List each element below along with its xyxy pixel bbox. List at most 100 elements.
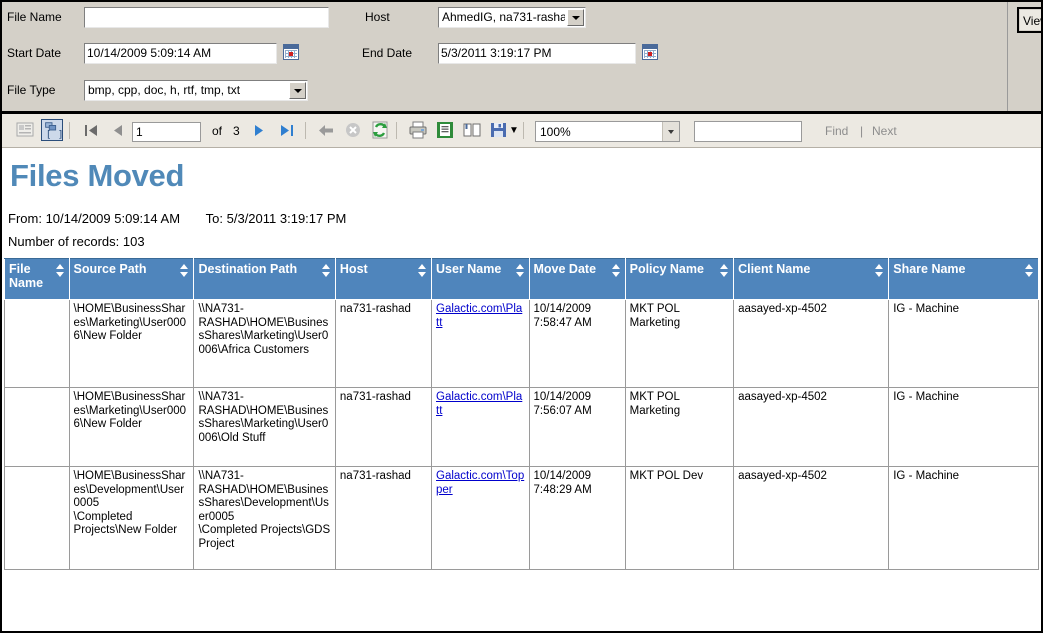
report-parameter-panel: File Name Start Date 10/14/2009 5:09:14 … bbox=[2, 2, 1041, 114]
sort-toggle-icon[interactable] bbox=[321, 264, 331, 277]
sort-toggle-icon[interactable] bbox=[55, 264, 65, 277]
calendar-icon-start[interactable] bbox=[283, 44, 299, 60]
host-dropdown[interactable]: AhmedIG, na731-rashad bbox=[438, 7, 586, 28]
cell-client-name: aasayed-xp-4502 bbox=[733, 387, 890, 467]
zoom-dropdown[interactable]: 100% bbox=[535, 121, 680, 142]
cell-policy-name: MKT POL Dev bbox=[624, 466, 735, 570]
file-type-value: bmp, cpp, doc, h, rtf, tmp, txt bbox=[88, 83, 241, 97]
record-count: Number of records: 103 bbox=[8, 234, 145, 249]
cell-host: na731-rashad bbox=[334, 466, 433, 570]
toggle-parameters-icon[interactable]: [ ] bbox=[41, 119, 64, 141]
column-header-host[interactable]: Host bbox=[334, 258, 433, 300]
print-icon[interactable] bbox=[407, 119, 429, 141]
column-header-destination-path[interactable]: Destination Path bbox=[193, 258, 336, 300]
table-row: \HOME\BusinessShares\Marketing\User0006\… bbox=[4, 387, 1039, 467]
document-map-icon[interactable] bbox=[14, 119, 36, 141]
column-header-move-date[interactable]: Move Date bbox=[528, 258, 626, 300]
chevron-down-icon[interactable] bbox=[567, 9, 584, 26]
zoom-value: 100% bbox=[540, 125, 571, 139]
cell-source-path: \HOME\BusinessShares\Marketing\User0006\… bbox=[68, 299, 195, 388]
toolbar-separator bbox=[305, 122, 306, 139]
toolbar-separator bbox=[396, 122, 397, 139]
print-layout-icon[interactable] bbox=[434, 119, 456, 141]
table-row: \HOME\BusinessShares\Development\User000… bbox=[4, 466, 1039, 570]
refresh-icon[interactable] bbox=[369, 119, 391, 141]
cell-user-name: Galactic.com\Platt bbox=[431, 299, 530, 388]
cell-destination-path: \\NA731-RASHAD\HOME\BusinessShares\Devel… bbox=[193, 466, 336, 570]
file-type-label: File Type bbox=[7, 83, 56, 97]
table-row: \HOME\BusinessShares\Marketing\User0006\… bbox=[4, 299, 1039, 388]
view-report-button[interactable]: View Report bbox=[1017, 7, 1041, 33]
end-date-input[interactable]: 5/3/2011 3:19:17 PM bbox=[438, 43, 636, 64]
column-header-policy-name[interactable]: Policy Name bbox=[624, 258, 735, 300]
find-next-separator: | bbox=[860, 124, 864, 138]
column-header-share-name[interactable]: Share Name bbox=[888, 258, 1039, 300]
page-title: Files Moved bbox=[10, 158, 185, 193]
start-date-input[interactable]: 10/14/2009 5:09:14 AM bbox=[84, 43, 277, 64]
user-name-link[interactable]: Galactic.com\Platt bbox=[436, 303, 522, 329]
sort-toggle-icon[interactable] bbox=[875, 264, 884, 277]
cell-user-name: Galactic.com\Topper bbox=[431, 466, 530, 570]
previous-page-icon[interactable] bbox=[107, 119, 129, 141]
last-page-icon[interactable] bbox=[276, 119, 298, 141]
cell-move-date: 10/14/2009 7:48:29 AM bbox=[528, 466, 626, 570]
find-next-button[interactable]: Next bbox=[872, 120, 897, 142]
file-name-label: File Name bbox=[7, 10, 62, 24]
back-icon[interactable] bbox=[315, 119, 337, 141]
panel-divider bbox=[1007, 2, 1008, 111]
chevron-down-icon[interactable] bbox=[289, 82, 306, 99]
sort-toggle-icon[interactable] bbox=[1025, 264, 1034, 277]
report-viewer-window: File Name Start Date 10/14/2009 5:09:14 … bbox=[0, 0, 1043, 633]
cell-share-name: IG - Machine bbox=[888, 299, 1039, 388]
page-of-label: of bbox=[212, 124, 223, 138]
sort-toggle-icon[interactable] bbox=[515, 264, 525, 277]
column-header-source-path[interactable]: Source Path bbox=[68, 258, 195, 300]
sort-toggle-icon[interactable] bbox=[418, 264, 427, 277]
page-setup-icon[interactable] bbox=[461, 119, 483, 141]
cell-destination-path: \\NA731-RASHAD\HOME\BusinessShares\Marke… bbox=[193, 299, 336, 388]
toolbar-separator bbox=[69, 122, 70, 139]
file-type-dropdown[interactable]: bmp, cpp, doc, h, rtf, tmp, txt bbox=[84, 80, 308, 101]
user-name-link[interactable]: Galactic.com\Platt bbox=[436, 391, 522, 417]
cell-client-name: aasayed-xp-4502 bbox=[733, 299, 890, 388]
cell-policy-name: MKT POL Marketing bbox=[624, 387, 735, 467]
end-date-label: End Date bbox=[362, 46, 413, 60]
chevron-down-icon[interactable] bbox=[662, 122, 679, 141]
cell-move-date: 10/14/2009 7:58:47 AM bbox=[528, 299, 626, 388]
cell-file-name bbox=[4, 299, 70, 388]
first-page-icon[interactable] bbox=[80, 119, 102, 141]
next-page-icon[interactable] bbox=[248, 119, 270, 141]
host-value: AhmedIG, na731-rashad bbox=[442, 10, 565, 24]
files-moved-table: File Name Source Path Destination Path H… bbox=[4, 258, 1039, 570]
cell-destination-path: \\NA731-RASHAD\HOME\BusinessShares\Marke… bbox=[193, 387, 336, 467]
cell-host: na731-rashad bbox=[334, 387, 433, 467]
start-date-label: Start Date bbox=[7, 46, 62, 60]
host-label: Host bbox=[365, 10, 390, 24]
sort-toggle-icon[interactable] bbox=[611, 264, 621, 277]
records-value: 103 bbox=[122, 234, 145, 249]
calendar-icon-end[interactable] bbox=[642, 44, 658, 60]
find-button[interactable]: Find bbox=[825, 120, 848, 142]
cell-host: na731-rashad bbox=[334, 299, 433, 388]
report-toolbar: [ ] 1 of 3 ▼ 100% Find | Next bbox=[2, 114, 1041, 148]
user-name-link[interactable]: Galactic.com\Topper bbox=[436, 470, 524, 496]
page-number-input[interactable]: 1 bbox=[132, 122, 201, 142]
export-save-icon[interactable] bbox=[488, 119, 510, 141]
from-label: From: bbox=[8, 211, 42, 226]
cell-move-date: 10/14/2009 7:56:07 AM bbox=[528, 387, 626, 467]
sort-toggle-icon[interactable] bbox=[180, 264, 189, 277]
report-content-area: Files Moved From: 10/14/2009 5:09:14 AM … bbox=[2, 148, 1041, 626]
sort-toggle-icon[interactable] bbox=[720, 264, 729, 277]
file-name-input[interactable] bbox=[84, 7, 329, 28]
stop-icon[interactable] bbox=[342, 119, 364, 141]
column-header-file-name[interactable]: File Name bbox=[4, 258, 70, 300]
cell-file-name bbox=[4, 466, 70, 570]
records-label: Number of records: bbox=[8, 234, 120, 249]
export-dropdown-arrow[interactable]: ▼ bbox=[509, 120, 519, 142]
column-header-user-name[interactable]: User Name bbox=[431, 258, 530, 300]
cell-source-path: \HOME\BusinessShares\Marketing\User0006\… bbox=[68, 387, 195, 467]
column-header-client-name[interactable]: Client Name bbox=[733, 258, 890, 300]
cell-client-name: aasayed-xp-4502 bbox=[733, 466, 890, 570]
report-date-range: From: 10/14/2009 5:09:14 AM To: 5/3/2011… bbox=[8, 211, 346, 226]
find-input[interactable] bbox=[694, 121, 802, 142]
